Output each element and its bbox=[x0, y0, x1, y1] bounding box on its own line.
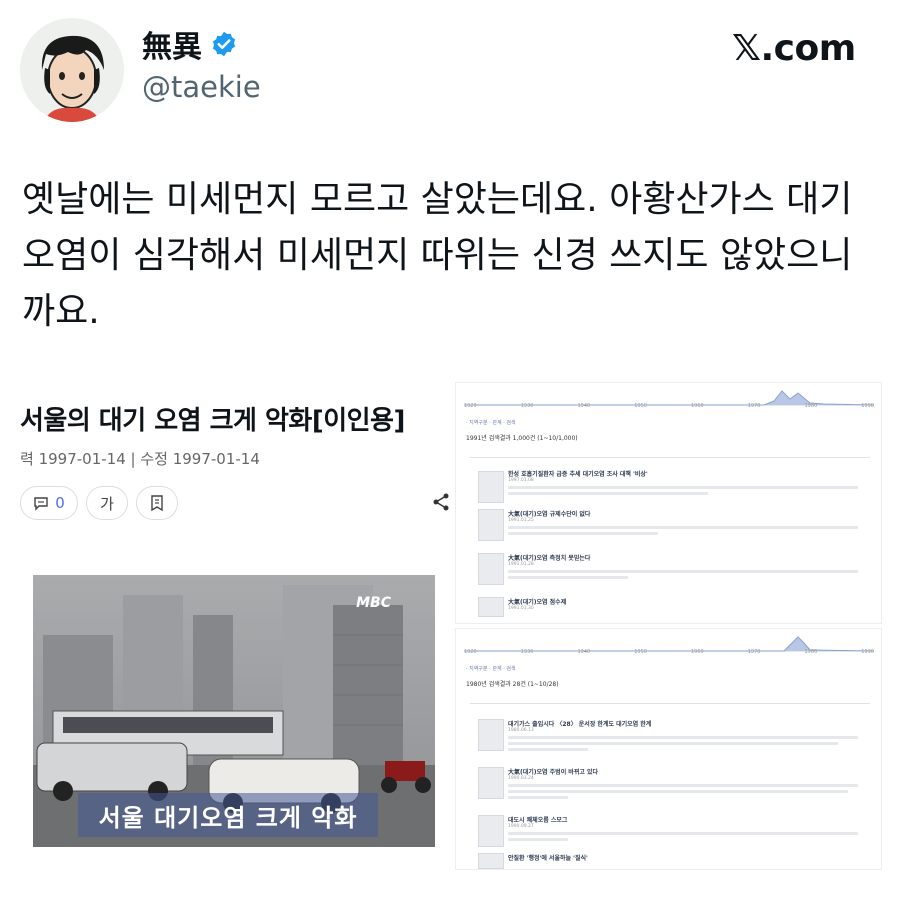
result-date: 1990.03.24 bbox=[508, 776, 534, 781]
share-button[interactable] bbox=[424, 486, 458, 518]
news-toolbar: 0 가 bbox=[20, 486, 460, 520]
broadcaster-logo: MBC bbox=[356, 595, 391, 611]
list-item[interactable]: 대기가스 출입시다 〈28〉 운서장 한계도 대기오염 한계 1980.06.1… bbox=[456, 715, 881, 763]
result-count: 1991년 검색결과 1,000건 (1~10/1,000) bbox=[466, 435, 578, 442]
result-date: 1990.09.27 bbox=[508, 824, 534, 829]
search-results-top: 1920 1930 1940 1950 1960 1970 1980 1990 · 지역구분 … bbox=[455, 382, 882, 624]
comment-icon bbox=[34, 497, 48, 511]
comment-button[interactable]: 0 bbox=[20, 486, 78, 520]
result-thumbnail bbox=[478, 767, 504, 799]
list-item[interactable]: 大氣(대기)오염 점수제 1991.01.30 bbox=[456, 593, 881, 621]
list-item[interactable]: 대도시 쾌체오름 스모그 1990.09.27 bbox=[456, 811, 881, 851]
category-tabs[interactable] bbox=[470, 693, 870, 704]
filter-tabs[interactable]: · 지역구분 · 관계 · 검색 bbox=[466, 419, 516, 426]
font-size-button[interactable]: 가 bbox=[86, 486, 128, 520]
timeline-axis-labels: 1920 1930 1940 1950 1960 1970 1980 1990 bbox=[464, 649, 874, 655]
author-handle[interactable]: @taekie bbox=[142, 70, 261, 104]
news-video-frame[interactable]: MBC 서울 대기오염 크게 악화 bbox=[33, 575, 435, 847]
result-date: 1991.01.30 bbox=[508, 606, 534, 611]
result-title[interactable]: 대기가스 출입시다 〈28〉 운서장 한계도 대기오염 한계 bbox=[508, 719, 868, 728]
list-item[interactable]: 안질환 '행정'에 서울하늘 '질식' bbox=[456, 851, 881, 871]
result-title[interactable]: 大氣(대기)오염 주범이 바뀌고 있다 bbox=[508, 767, 868, 776]
list-item[interactable]: 한성 호흡기질환자 급증 추세 대기오염 조사 대책 '비상' 1997.01.… bbox=[456, 469, 881, 505]
avatar[interactable] bbox=[20, 18, 124, 122]
result-date: 1980.06.13 bbox=[508, 728, 534, 733]
result-thumbnail bbox=[478, 471, 504, 503]
verified-badge-icon bbox=[212, 31, 236, 57]
share-icon bbox=[433, 493, 449, 511]
result-thumbnail bbox=[478, 597, 504, 617]
news-dates: 력 1997-01-14 | 수정 1997-01-14 bbox=[20, 450, 260, 468]
x-brand-logo: 𝕏.com bbox=[732, 28, 856, 69]
result-title[interactable]: 한성 호흡기질환자 급증 추세 대기오염 조사 대책 '비상' bbox=[508, 469, 868, 478]
filter-tabs[interactable]: · 지역구분 · 관계 · 검색 bbox=[466, 665, 516, 672]
result-thumbnail bbox=[478, 853, 504, 869]
video-caption: 서울 대기오염 크게 악화 bbox=[78, 793, 378, 837]
list-item[interactable]: 大氣(대기)오염 측정치 못믿는다 1991.01.28 bbox=[456, 549, 881, 593]
result-date: 1997.01.08 bbox=[508, 478, 534, 483]
news-headline: 서울의 대기 오염 크게 악화[이인용] bbox=[20, 406, 405, 436]
result-count: 1980년 검색결과 28건 (1~10/28) bbox=[466, 681, 559, 688]
result-title[interactable]: 大氣(대기)오염 규제수단이 없다 bbox=[508, 509, 868, 518]
result-thumbnail bbox=[478, 509, 504, 541]
comment-count: 0 bbox=[55, 494, 65, 512]
result-thumbnail bbox=[478, 815, 504, 847]
bookmark-button[interactable] bbox=[136, 486, 178, 520]
result-title[interactable]: 안질환 '행정'에 서울하늘 '질식' bbox=[508, 853, 868, 862]
list-item[interactable]: 大氣(대기)오염 주범이 바뀌고 있다 1990.03.24 bbox=[456, 763, 881, 811]
result-title[interactable]: 大氣(대기)오염 측정치 못믿는다 bbox=[508, 553, 868, 562]
bookmark-icon bbox=[151, 495, 163, 512]
author-name-row[interactable]: 無異 bbox=[142, 22, 238, 66]
category-tabs[interactable] bbox=[470, 447, 870, 458]
search-results-bottom: 1920 1930 1940 1950 1960 1970 1980 1990 · 지역구분 … bbox=[455, 628, 882, 870]
result-thumbnail bbox=[478, 719, 504, 751]
author-display-name[interactable]: 無異 bbox=[142, 22, 202, 66]
result-title[interactable]: 大氣(대기)오염 점수제 bbox=[508, 597, 868, 606]
result-date: 1991.01.25 bbox=[508, 518, 534, 523]
result-title[interactable]: 대도시 쾌체오름 스모그 bbox=[508, 815, 868, 824]
result-date: 1991.01.28 bbox=[508, 562, 534, 567]
avatar-illustration bbox=[20, 18, 124, 122]
result-thumbnail bbox=[478, 553, 504, 585]
tweet-text: 옛날에는 미세먼지 모르고 살았는데요. 아황산가스 대기 오염이 심각해서 미… bbox=[22, 179, 853, 332]
timeline-axis-labels: 1920 1930 1940 1950 1960 1970 1980 1990 bbox=[464, 403, 874, 409]
list-item[interactable]: 大氣(대기)오염 규제수단이 없다 1991.01.25 bbox=[456, 505, 881, 549]
results-list-top: 한성 호흡기질환자 급증 추세 대기오염 조사 대책 '비상' 1997.01.… bbox=[456, 469, 881, 621]
results-list-bottom: 대기가스 출입시다 〈28〉 운서장 한계도 대기오염 한계 1980.06.1… bbox=[456, 715, 881, 871]
